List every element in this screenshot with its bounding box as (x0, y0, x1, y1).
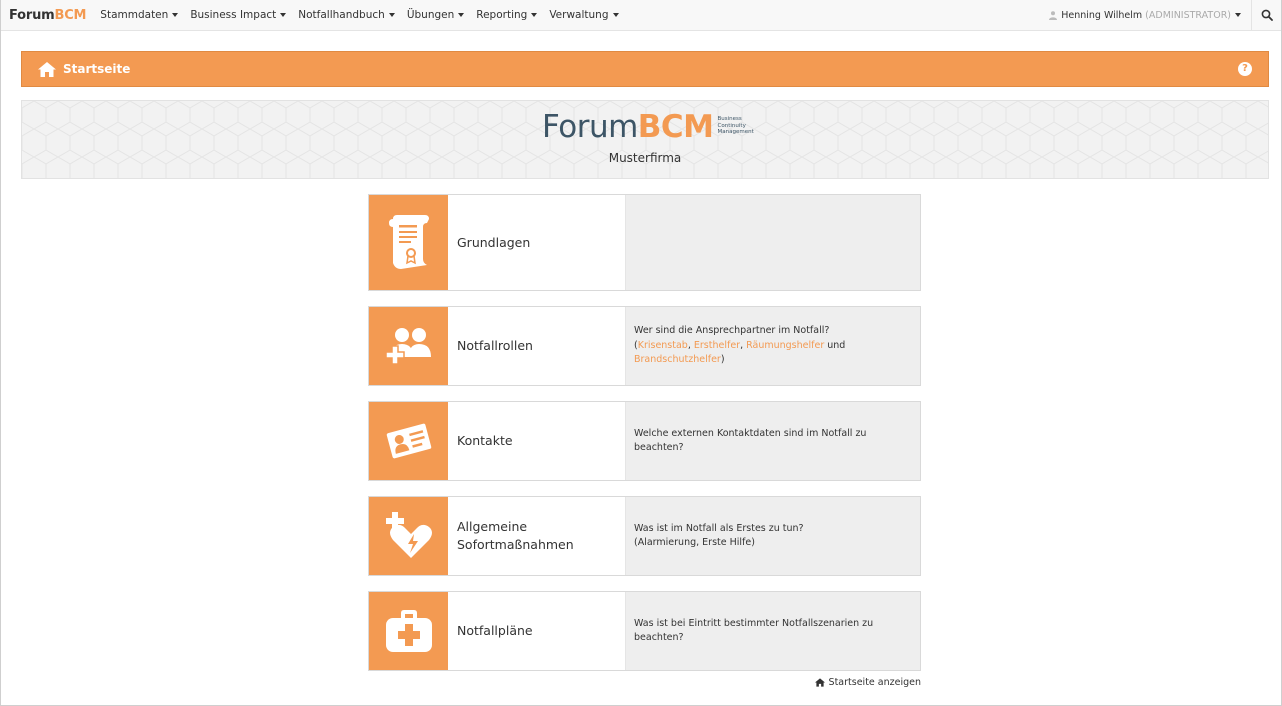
show-startpage-link[interactable]: Startseite anzeigen (814, 677, 921, 688)
tile-icon-box (369, 195, 448, 290)
tile-label: Grundlagen (448, 195, 626, 290)
search-button[interactable] (1251, 0, 1281, 30)
tile-icon-box (369, 402, 448, 480)
menu-uebungen[interactable]: Übungen (407, 9, 465, 21)
tile-notfallplaene[interactable]: Notfallpläne Was ist bei Eintritt bestim… (368, 591, 921, 671)
company-name: Musterfirma (608, 151, 682, 165)
tile-icon-box (369, 592, 448, 670)
user-icon (1049, 10, 1058, 20)
first-aid-kit-icon (385, 610, 432, 652)
certificate-scroll-icon (388, 214, 429, 269)
tile-description: Was ist im Notfall als Erstes zu tun? (A… (626, 497, 920, 575)
tile-sofortmassnahmen[interactable]: Allgemeine Sofortmaßnahmen Was ist im No… (368, 496, 921, 576)
home-icon (814, 678, 825, 687)
tile-label: Notfallpläne (448, 592, 626, 670)
page-header-bar: Startseite ? (21, 51, 1269, 87)
help-icon[interactable]: ? (1238, 62, 1252, 76)
tile-label: Allgemeine Sofortmaßnahmen (448, 497, 626, 575)
caret-down-icon (458, 13, 465, 17)
tile-description (626, 195, 920, 290)
people-cross-icon (384, 328, 431, 365)
logo-tagline: Business Continuity Management (717, 116, 754, 136)
link-raeumungshelfer[interactable]: Räumungshelfer (746, 340, 824, 351)
caret-down-icon (172, 13, 179, 17)
tile-label: Notfallrollen (448, 307, 626, 385)
heart-defibrillator-icon (385, 512, 432, 558)
menu-notfallhandbuch[interactable]: Notfallhandbuch (298, 9, 395, 21)
contact-card-icon (386, 423, 431, 459)
caret-down-icon (1235, 13, 1241, 17)
tile-icon-box (369, 497, 448, 575)
menu-business-impact[interactable]: Business Impact (190, 9, 287, 21)
menu-stammdaten[interactable]: Stammdaten (100, 9, 179, 21)
caret-down-icon (612, 13, 619, 17)
navbar-right: Henning Wilhelm (ADMINISTRATOR) (1049, 0, 1281, 30)
page-title: Startseite (63, 62, 131, 76)
menu-reporting[interactable]: Reporting (476, 9, 538, 21)
tile-label: Kontakte (448, 402, 626, 480)
brand-logo[interactable]: ForumBCM (9, 8, 86, 23)
link-krisenstab[interactable]: Krisenstab (638, 340, 688, 351)
tile-notfallrollen[interactable]: Notfallrollen Wer sind die Ansprechpartn… (368, 306, 921, 386)
caret-down-icon (280, 13, 287, 17)
menu-verwaltung[interactable]: Verwaltung (549, 9, 619, 21)
caret-down-icon (388, 13, 395, 17)
link-ersthelfer[interactable]: Ersthelfer (694, 340, 740, 351)
tile-description: Was ist bei Eintritt bestimmter Notfalls… (626, 592, 920, 670)
user-role: (ADMINISTRATOR) (1145, 9, 1231, 21)
top-navbar: ForumBCM Stammdaten Business Impact Notf… (1, 0, 1281, 31)
forumbcm-logo: Forum BCM Business Continuity Management (542, 109, 754, 145)
home-icon (38, 61, 56, 77)
company-banner: Forum BCM Business Continuity Management … (21, 100, 1269, 179)
link-brandschutzhelfer[interactable]: Brandschutzhelfer (634, 354, 721, 365)
tile-kontakte[interactable]: Kontakte Welche externen Kontaktdaten si… (368, 401, 921, 481)
search-icon (1261, 9, 1273, 21)
tile-description: Wer sind die Ansprechpartner im Notfall?… (626, 307, 920, 385)
user-menu[interactable]: Henning Wilhelm (ADMINISTRATOR) (1049, 10, 1241, 21)
tile-description: Welche externen Kontaktdaten sind im Not… (626, 402, 920, 480)
user-name: Henning Wilhelm (1061, 9, 1143, 21)
tile-grundlagen[interactable]: Grundlagen (368, 194, 921, 291)
caret-down-icon (531, 13, 538, 17)
tile-icon-box (369, 307, 448, 385)
